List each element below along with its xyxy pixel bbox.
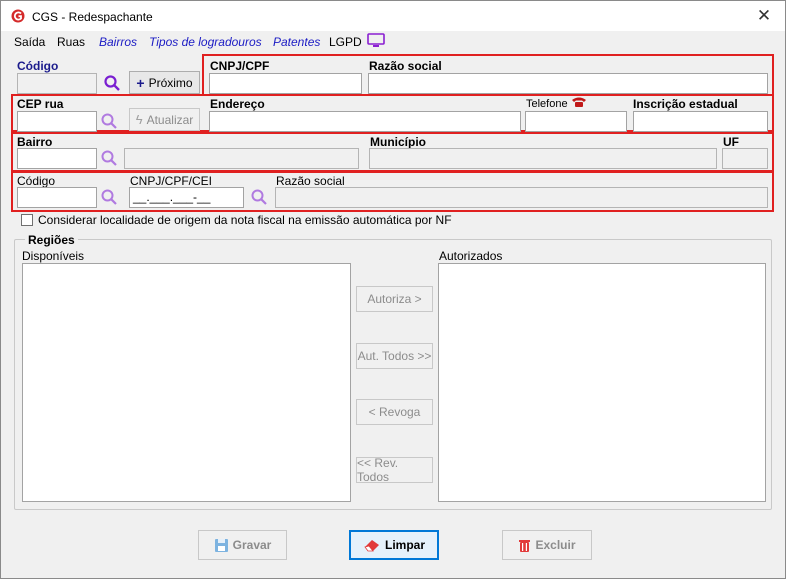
- considerar-label[interactable]: Considerar localidade de origem da nota …: [38, 213, 452, 227]
- eraser-icon: [364, 540, 379, 552]
- excluir-button[interactable]: Excluir: [502, 530, 592, 560]
- inscricao-label: Inscrição estadual: [633, 97, 738, 111]
- cep-search-icon[interactable]: [100, 112, 118, 130]
- autorizados-list[interactable]: [438, 263, 766, 502]
- codigo-input[interactable]: [17, 73, 97, 94]
- destino-razao-label: Razão social: [276, 174, 345, 188]
- destino-cnpj-search-icon[interactable]: [250, 188, 268, 206]
- menu-tipos-logradouros[interactable]: Tipos de logradouros: [149, 35, 262, 49]
- gravar-label: Gravar: [232, 538, 272, 552]
- razao-social-input[interactable]: [368, 73, 768, 94]
- bairro-name-field: [124, 148, 359, 169]
- autoriza-button[interactable]: Autoriza >: [356, 286, 433, 312]
- main-window: CGS - Redespachante ✕ Saída Ruas Bairros…: [0, 0, 786, 579]
- plus-icon: +: [136, 74, 145, 91]
- bairro-search-icon[interactable]: [100, 149, 118, 167]
- gravar-button[interactable]: Gravar: [198, 530, 287, 560]
- title-bar: CGS - Redespachante ✕: [1, 1, 785, 31]
- limpar-button[interactable]: Limpar: [349, 530, 439, 560]
- menu-lgpd[interactable]: LGPD: [329, 35, 362, 49]
- bairro-input[interactable]: [17, 148, 97, 169]
- menu-patentes[interactable]: Patentes: [273, 35, 320, 49]
- atualizar-button[interactable]: ϟ Atualizar: [129, 108, 200, 131]
- cep-input[interactable]: [17, 111, 97, 132]
- atualizar-label: Atualizar: [146, 112, 194, 127]
- search-icon[interactable]: [103, 74, 121, 92]
- menu-ruas[interactable]: Ruas: [57, 35, 85, 49]
- inscricao-input[interactable]: [633, 111, 768, 132]
- cep-label: CEP rua: [17, 97, 64, 111]
- codigo-label: Código: [17, 59, 59, 73]
- destino-cnpj-label: CNPJ/CPF/CEI: [130, 174, 213, 188]
- destino-codigo-label: Código: [17, 174, 56, 188]
- lightning-icon: ϟ: [135, 112, 143, 127]
- monitor-icon[interactable]: [367, 33, 385, 48]
- disponiveis-list[interactable]: [22, 263, 351, 502]
- phone-icon: [572, 97, 586, 107]
- trash-icon: [519, 539, 531, 552]
- uf-label: UF: [723, 135, 739, 149]
- uf-field: [722, 148, 768, 169]
- destino-codigo-input[interactable]: [17, 187, 97, 208]
- revoga-button[interactable]: < Revoga: [356, 399, 433, 425]
- autorizados-label: Autorizados: [439, 249, 503, 263]
- limpar-label: Limpar: [384, 538, 425, 552]
- proximo-button[interactable]: + Próximo: [129, 71, 200, 94]
- telefone-input[interactable]: [525, 111, 627, 132]
- menu-bairros[interactable]: Bairros: [99, 35, 137, 49]
- endereco-input[interactable]: [209, 111, 521, 132]
- cnpj-label: CNPJ/CPF: [210, 59, 270, 73]
- save-icon: [214, 538, 228, 552]
- municipio-label: Município: [370, 135, 426, 149]
- close-icon[interactable]: ✕: [753, 5, 775, 27]
- endereco-label: Endereço: [210, 97, 265, 111]
- excluir-label: Excluir: [535, 538, 576, 552]
- municipio-field: [369, 148, 717, 169]
- bairro-label: Bairro: [17, 135, 53, 149]
- razao-social-label: Razão social: [369, 59, 442, 73]
- menu-saida[interactable]: Saída: [14, 35, 45, 49]
- disponiveis-label: Disponíveis: [22, 249, 85, 263]
- considerar-checkbox[interactable]: [21, 214, 33, 226]
- regioes-title: Regiões: [25, 233, 78, 247]
- proximo-label: Próximo: [148, 75, 193, 90]
- window-title: CGS - Redespachante: [32, 10, 153, 24]
- menu-bar: Saída Ruas Bairros Tipos de logradouros …: [1, 31, 785, 51]
- destino-codigo-search-icon[interactable]: [100, 188, 118, 206]
- destino-cnpj-input[interactable]: __.___.___-__: [129, 187, 244, 208]
- destino-razao-field: [275, 187, 768, 208]
- rev-todos-button[interactable]: << Rev. Todos: [356, 456, 433, 484]
- app-logo-icon: [11, 9, 25, 23]
- telefone-label: Telefone: [526, 98, 568, 110]
- aut-todos-button[interactable]: Aut. Todos >>: [356, 343, 433, 369]
- cnpj-input[interactable]: [209, 73, 362, 94]
